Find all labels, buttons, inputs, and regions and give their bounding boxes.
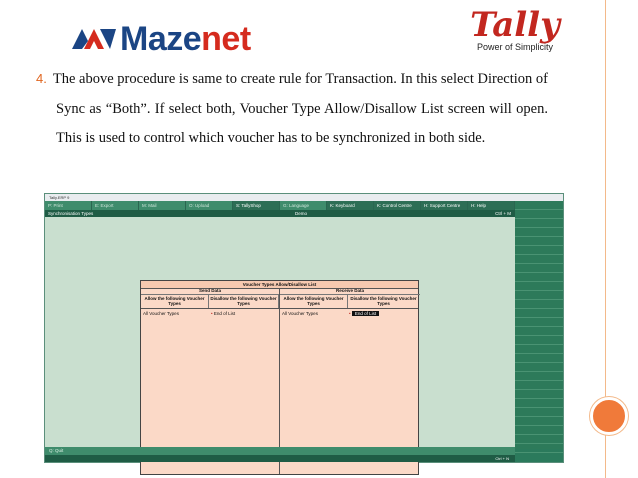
side-button[interactable] <box>515 291 563 300</box>
side-button[interactable] <box>515 363 563 372</box>
company-name: Demo <box>295 211 308 216</box>
side-button[interactable] <box>515 201 563 210</box>
tally-form-background: Voucher Types Allow/Disallow List Send D… <box>45 217 515 475</box>
side-button[interactable] <box>515 282 563 291</box>
side-button[interactable] <box>515 273 563 282</box>
side-button[interactable] <box>515 417 563 426</box>
menu-language[interactable]: G: Language <box>280 201 327 210</box>
side-button[interactable] <box>515 426 563 435</box>
tally-wordmark: Tally <box>470 5 560 45</box>
side-button[interactable] <box>515 255 563 264</box>
receive-disallow-header: Disallow the following Voucher Types <box>350 296 417 306</box>
mazenet-wordmark: Mazenet <box>120 19 251 58</box>
mazenet-logo: Mazenet <box>72 19 251 58</box>
send-disallow-value[interactable]: • End of List <box>211 311 235 316</box>
side-button[interactable] <box>515 372 563 381</box>
side-button[interactable] <box>515 210 563 219</box>
selected-end-of-list[interactable]: End of List <box>351 311 380 316</box>
receive-allow-value[interactable]: All Voucher Types <box>282 311 318 316</box>
side-button[interactable] <box>515 444 563 453</box>
side-button[interactable] <box>515 408 563 417</box>
side-button[interactable] <box>515 219 563 228</box>
side-button[interactable] <box>515 228 563 237</box>
side-button[interactable] <box>515 246 563 255</box>
tally-menubar: P: Print E: Export M: Mail O: Upload S: … <box>45 201 515 210</box>
tally-titlebar: Tally.ERP 9 <box>45 194 563 201</box>
step-number: 4. <box>36 71 47 86</box>
side-button[interactable] <box>515 300 563 309</box>
screen-title: Synchronisation Types <box>48 211 94 216</box>
status-bar: Ctrl + N <box>45 455 515 462</box>
menu-print[interactable]: P: Print <box>45 201 92 210</box>
send-allow-value[interactable]: All Voucher Types <box>143 311 179 316</box>
tally-button-bar <box>515 201 563 453</box>
send-allow-header: Allow the following Voucher Types <box>141 294 209 308</box>
menu-mail[interactable]: M: Mail <box>139 201 186 210</box>
tally-screen-header: Synchronisation Types Demo Ctrl + M <box>45 210 515 217</box>
side-button[interactable] <box>515 390 563 399</box>
menu-support-centre[interactable]: H: Support Centre <box>421 201 468 210</box>
header-shortcut: Ctrl + M <box>495 211 511 216</box>
side-button[interactable] <box>515 381 563 390</box>
receive-allow-header: Allow the following Voucher Types <box>280 294 348 308</box>
receive-disallow-value[interactable]: • End of List <box>349 311 380 316</box>
tally-logo: Tally Power of Simplicity <box>460 6 570 52</box>
voucher-types-dialog: Voucher Types Allow/Disallow List Send D… <box>140 280 420 475</box>
mazenet-chevron-icon <box>72 29 116 49</box>
menu-control-centre[interactable]: K: Control Centre <box>374 201 421 210</box>
menu-upload[interactable]: O: Upload <box>186 201 233 210</box>
side-button[interactable] <box>515 354 563 363</box>
menu-tallyshop[interactable]: S: TallyShop <box>233 201 280 210</box>
step-paragraph: 4. The above procedure is same to create … <box>36 64 548 154</box>
side-button[interactable] <box>515 309 563 318</box>
step-text: The above procedure is same to create ru… <box>52 71 548 146</box>
quit-button[interactable]: Q: Quit <box>45 447 515 455</box>
orange-circle-decoration <box>590 397 628 435</box>
side-button[interactable] <box>515 264 563 273</box>
side-button[interactable] <box>515 237 563 246</box>
side-button[interactable] <box>515 318 563 327</box>
menu-help[interactable]: H: Help <box>468 201 515 210</box>
tally-screenshot: Tally.ERP 9 P: Print E: Export M: Mail O… <box>44 193 564 475</box>
menu-export[interactable]: E: Export <box>92 201 139 210</box>
side-button[interactable] <box>515 327 563 336</box>
menu-keyboard[interactable]: K: Keyboard <box>327 201 374 210</box>
side-button[interactable] <box>515 336 563 345</box>
side-button[interactable] <box>515 399 563 408</box>
send-disallow-header: Disallow the following Voucher Types <box>209 294 279 308</box>
side-button[interactable] <box>515 435 563 444</box>
side-button[interactable] <box>515 345 563 354</box>
